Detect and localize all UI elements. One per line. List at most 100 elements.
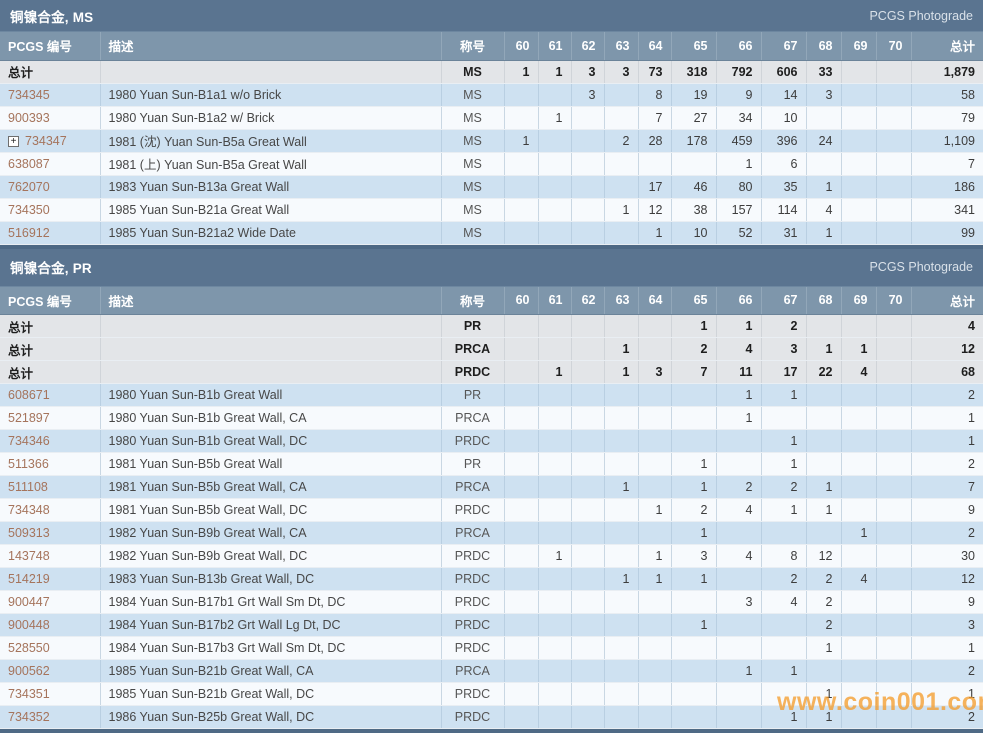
- grade-66-count: 1: [715, 383, 761, 407]
- designation: PR: [440, 383, 504, 407]
- grade-70-count: [875, 198, 911, 222]
- pcgs-number-link[interactable]: 528550: [0, 636, 100, 660]
- grade-65-count: [670, 383, 716, 407]
- pcgs-number-link[interactable]: 521897: [0, 406, 100, 430]
- grade-66-count: 2: [715, 475, 761, 499]
- grade-64-count: [637, 636, 671, 660]
- pcgs-number-link[interactable]: 900393: [0, 106, 100, 130]
- table-row: 734350 1985 Yuan Sun-B21a Great Wall MS 1 12…: [0, 198, 983, 222]
- designation: PRCA: [440, 337, 504, 361]
- expand-plus-icon[interactable]: +: [8, 135, 19, 147]
- pcgs-number-link[interactable]: 762070: [0, 175, 100, 199]
- designation: PRCA: [440, 521, 504, 545]
- table-row: 900393 1980 Yuan Sun-B1a2 w/ Brick MS 1 7 27 3…: [0, 106, 983, 130]
- grade-60-count: [503, 682, 538, 706]
- grade-63-count: 1: [603, 567, 638, 591]
- grade-70-count: [875, 221, 911, 245]
- grade-69-count: 4: [840, 567, 876, 591]
- coin-description: 1985 Yuan Sun-B21a Great Wall: [99, 198, 441, 222]
- pcgs-number-link[interactable]: 516912: [0, 221, 100, 245]
- table-row: 734345 1980 Yuan Sun-B1a1 w/o Brick MS 3 8 19…: [0, 83, 983, 107]
- grade-69-count: [840, 406, 876, 430]
- designation: MS: [440, 175, 504, 199]
- grade-67-count: 31: [760, 221, 806, 245]
- column-header-grade-65: 65: [670, 286, 716, 315]
- section-title-bar: 铜镍合金, PR PCGS Photograde: [0, 244, 983, 287]
- grade-62-count: [570, 429, 604, 453]
- total-count: 3: [910, 613, 983, 637]
- grade-66-count: 34: [715, 106, 761, 130]
- grade-65-count: 1: [670, 475, 716, 499]
- grade-62-count: 3: [570, 60, 604, 84]
- pcgs-number-link[interactable]: 900447: [0, 590, 100, 614]
- grade-66-count: 4: [715, 498, 761, 522]
- grade-70-count: [875, 175, 911, 199]
- totals-row: 总计 MS 1 1 3 3 73 318 792 606 33 1,879: [0, 60, 983, 84]
- grade-61-count: [537, 198, 571, 222]
- grade-64-count: [637, 475, 671, 499]
- pcgs-number-link[interactable]: 638087: [0, 152, 100, 176]
- pcgs-number-link[interactable]: 900448: [0, 613, 100, 637]
- total-count: 7: [910, 475, 983, 499]
- grade-62-count: [570, 314, 604, 338]
- pcgs-number-link[interactable]: 608671: [0, 383, 100, 407]
- coin-description: 1984 Yuan Sun-B17b3 Grt Wall Sm Dt, DC: [99, 636, 441, 660]
- grade-67-count: 2: [760, 314, 806, 338]
- pcgs-number-link[interactable]: 734348: [0, 498, 100, 522]
- grade-61-count: [537, 152, 571, 176]
- grade-68-count: 33: [805, 60, 841, 84]
- grade-67-count: 3: [760, 337, 806, 361]
- grade-60-count: [503, 221, 538, 245]
- grade-63-count: [603, 152, 638, 176]
- section-copper-nickel-pr: 铜镍合金, PR PCGS Photograde PCGS 编号 描述 称号 60 61…: [0, 244, 983, 733]
- totals-label: 总计: [0, 360, 100, 384]
- grade-66-count: 1: [715, 659, 761, 683]
- grade-64-count: [637, 613, 671, 637]
- photograde-link[interactable]: PCGS Photograde: [869, 260, 973, 274]
- grade-69-count: [840, 498, 876, 522]
- grade-67-count: 1: [760, 452, 806, 476]
- grade-61-count: [537, 590, 571, 614]
- pcgs-number-link[interactable]: 511366: [0, 452, 100, 476]
- grade-67-count: 1: [760, 659, 806, 683]
- pcgs-number-link[interactable]: 734350: [0, 198, 100, 222]
- grade-61-count: [537, 337, 571, 361]
- grade-64-count: 73: [637, 60, 671, 84]
- pcgs-number-link[interactable]: 734351: [0, 682, 100, 706]
- pcgs-number-link[interactable]: 143748: [0, 544, 100, 568]
- pcgs-number-link[interactable]: 514219: [0, 567, 100, 591]
- coin-description: 1981 Yuan Sun-B5b Great Wall: [99, 452, 441, 476]
- grade-69-count: [840, 383, 876, 407]
- pcgs-number-link[interactable]: +734347: [0, 129, 100, 153]
- designation: MS: [440, 198, 504, 222]
- photograde-link[interactable]: PCGS Photograde: [869, 9, 973, 23]
- coin-description: 1985 Yuan Sun-B21b Great Wall, CA: [99, 659, 441, 683]
- pcgs-number-link[interactable]: 734346: [0, 429, 100, 453]
- table-bottom-border: [0, 729, 983, 733]
- totals-row: 总计 PR 1 1 2 4: [0, 314, 983, 338]
- grade-63-count: [603, 544, 638, 568]
- table-row: 900562 1985 Yuan Sun-B21b Great Wall, CA P…: [0, 659, 983, 683]
- coin-description: [99, 60, 441, 84]
- grade-67-count: 1: [760, 429, 806, 453]
- coin-description: 1984 Yuan Sun-B17b2 Grt Wall Lg Dt, DC: [99, 613, 441, 637]
- grade-70-count: [875, 521, 911, 545]
- grade-67-count: 1: [760, 705, 806, 729]
- totals-label: 总计: [0, 60, 100, 84]
- grade-68-count: 1: [805, 705, 841, 729]
- pcgs-number-link[interactable]: 900562: [0, 659, 100, 683]
- coin-description: 1985 Yuan Sun-B21a2 Wide Date: [99, 221, 441, 245]
- grade-60-count: [503, 544, 538, 568]
- pcgs-number-link[interactable]: 734345: [0, 83, 100, 107]
- total-count: 7: [910, 152, 983, 176]
- total-count: 2: [910, 521, 983, 545]
- table-row: 608671 1980 Yuan Sun-B1b Great Wall PR 1 1 2: [0, 383, 983, 407]
- pcgs-number-link[interactable]: 509313: [0, 521, 100, 545]
- pcgs-number-link[interactable]: 511108: [0, 475, 100, 499]
- grade-61-count: [537, 521, 571, 545]
- grade-68-count: [805, 521, 841, 545]
- grade-65-count: [670, 682, 716, 706]
- grade-69-count: [840, 705, 876, 729]
- pcgs-number-link[interactable]: 734352: [0, 705, 100, 729]
- grade-65-count: 1: [670, 613, 716, 637]
